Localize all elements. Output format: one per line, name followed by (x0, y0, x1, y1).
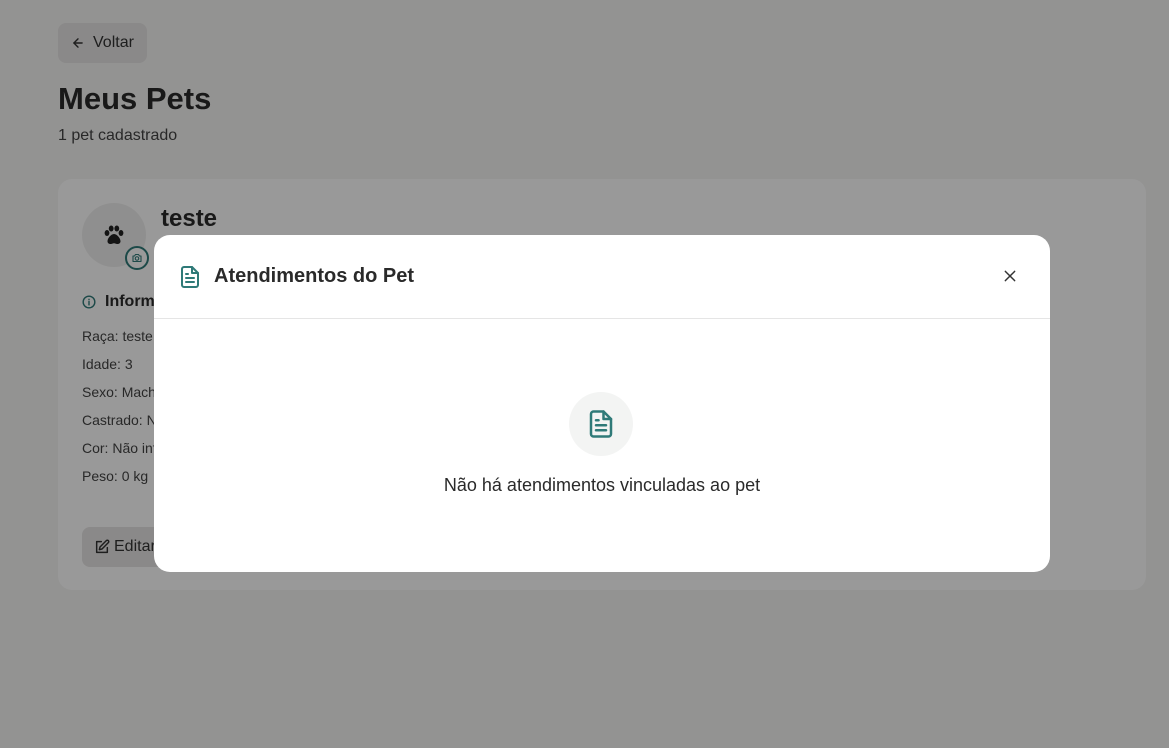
modal-title: Atendimentos do Pet (214, 265, 415, 287)
close-modal-button[interactable] (1000, 266, 1020, 286)
close-icon (1004, 270, 1016, 282)
file-text-icon (589, 410, 613, 438)
file-text-icon (181, 265, 199, 288)
modal-header: Atendimentos do Pet (154, 235, 1050, 319)
empty-state-message: Não há atendimentos vinculadas ao pet (443, 475, 761, 495)
pets-page: Voltar Meus Pets 1 pet cadastrado teste … (0, 0, 1169, 748)
appointments-modal: Atendimentos do Pet Não há atendimentos … (154, 235, 1050, 572)
empty-state-icon-wrapper (569, 392, 633, 456)
